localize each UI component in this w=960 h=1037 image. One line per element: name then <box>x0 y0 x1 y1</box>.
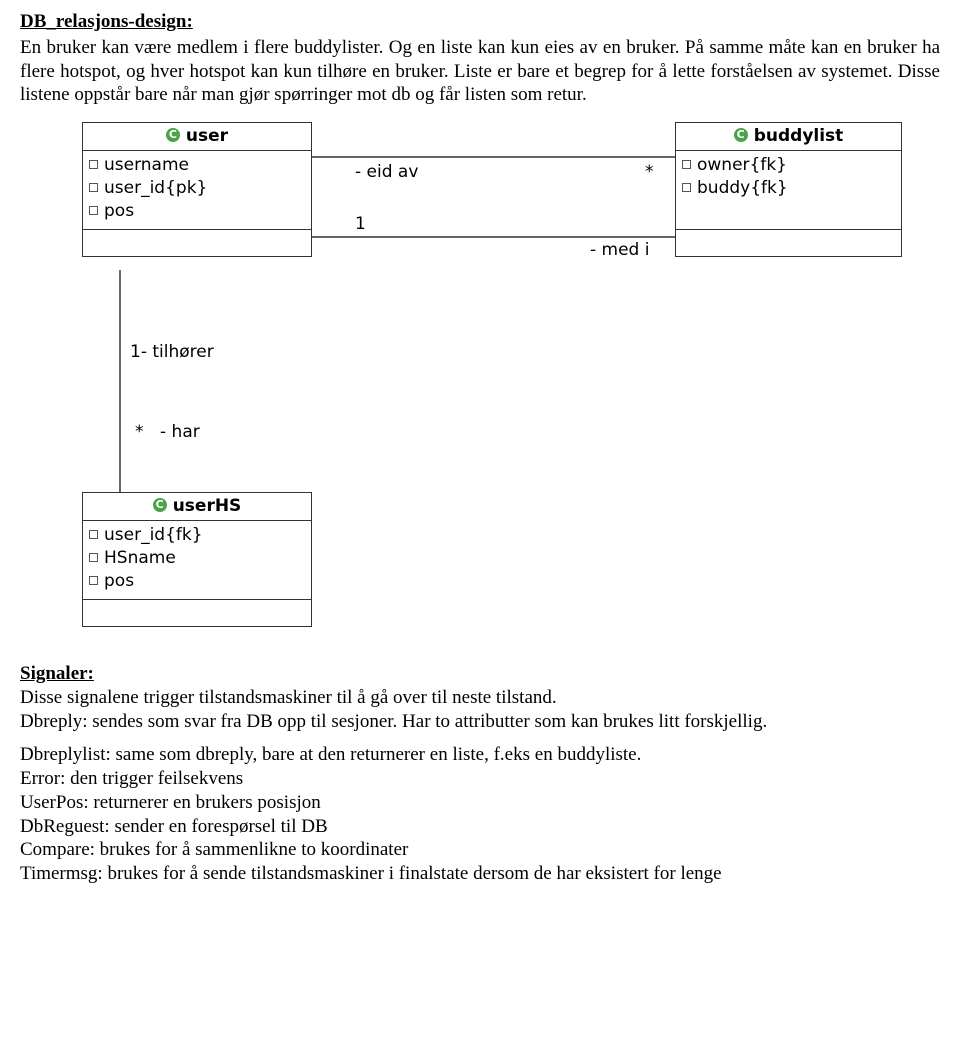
label-star2: * <box>135 422 144 443</box>
attr-row: user_id{fk} <box>89 524 305 547</box>
attr-row: buddy{fk} <box>682 177 895 200</box>
attr-text: username <box>104 155 189 175</box>
document-page: DB_relasjons-design: En bruker kan være … <box>0 0 960 926</box>
signaler-line7: Compare: brukes for å sammenlikne to koo… <box>20 838 940 862</box>
table-buddylist: Cbuddylist owner{fk} buddy{fk} x <box>675 122 902 257</box>
attr-icon <box>89 530 98 539</box>
table-user: Cuser username user_id{pk} pos <box>82 122 312 257</box>
attr-row: username <box>89 154 305 177</box>
class-icon: C <box>734 128 748 142</box>
attr-text: pos <box>104 571 134 591</box>
class-icon: C <box>166 128 180 142</box>
label-star: * <box>645 162 654 183</box>
table-user-title: Cuser <box>83 123 311 151</box>
attr-row: pos <box>89 200 305 223</box>
attr-icon <box>682 183 691 192</box>
attr-text: pos <box>104 201 134 221</box>
signaler-line8: Timermsg: brukes for å sende tilstandsma… <box>20 862 940 886</box>
table-buddylist-title-text: buddylist <box>754 126 844 146</box>
attr-row: pos <box>89 570 305 593</box>
attr-row: user_id{pk} <box>89 177 305 200</box>
table-buddylist-attrs: owner{fk} buddy{fk} x <box>676 151 901 230</box>
attr-text: owner{fk} <box>697 155 787 175</box>
attr-icon <box>89 206 98 215</box>
label-med-i: - med i <box>590 240 649 261</box>
attr-icon <box>89 183 98 192</box>
class-icon: C <box>153 498 167 512</box>
attr-icon <box>89 576 98 585</box>
table-empty-section <box>83 230 311 256</box>
label-one: 1 <box>355 214 366 235</box>
label-eid-av: - eid av <box>355 162 418 183</box>
table-userhs: CuserHS user_id{fk} HSname pos <box>82 492 312 627</box>
signaler-line5: UserPos: returnerer en brukers posisjon <box>20 791 940 815</box>
signaler-line3: Dbreplylist: same som dbreply, bare at d… <box>20 743 940 767</box>
attr-text: user_id{fk} <box>104 525 203 545</box>
table-user-title-text: user <box>186 126 228 146</box>
table-userhs-title-text: userHS <box>173 496 242 516</box>
table-userhs-title: CuserHS <box>83 493 311 521</box>
attr-text: HSname <box>104 548 176 568</box>
table-empty-section <box>676 230 901 256</box>
db-design-paragraph: En bruker kan være medlem i flere buddyl… <box>20 36 940 107</box>
attr-icon <box>89 160 98 169</box>
label-one-tilhorer: 1- tilhører <box>130 342 214 363</box>
signaler-heading: Signaler: <box>20 662 940 686</box>
table-userhs-attrs: user_id{fk} HSname pos <box>83 521 311 600</box>
attr-row: HSname <box>89 547 305 570</box>
table-user-attrs: username user_id{pk} pos <box>83 151 311 230</box>
signaler-line4: Error: den trigger feilsekvens <box>20 767 940 791</box>
label-har: - har <box>160 422 200 443</box>
attr-text: buddy{fk} <box>697 178 788 198</box>
attr-row: owner{fk} <box>682 154 895 177</box>
attr-icon <box>89 553 98 562</box>
signaler-line6: DbReguest: sender en forespørsel til DB <box>20 815 940 839</box>
table-empty-section <box>83 600 311 626</box>
signaler-line1: Disse signalene trigger tilstandsmaskine… <box>20 686 940 710</box>
er-diagram: Cuser username user_id{pk} pos Cbuddylis… <box>20 122 910 642</box>
attr-text: user_id{pk} <box>104 178 207 198</box>
attr-icon <box>682 160 691 169</box>
db-design-heading: DB_relasjons-design: <box>20 10 940 34</box>
signaler-line2: Dbreply: sendes som svar fra DB opp til … <box>20 710 940 734</box>
table-buddylist-title: Cbuddylist <box>676 123 901 151</box>
